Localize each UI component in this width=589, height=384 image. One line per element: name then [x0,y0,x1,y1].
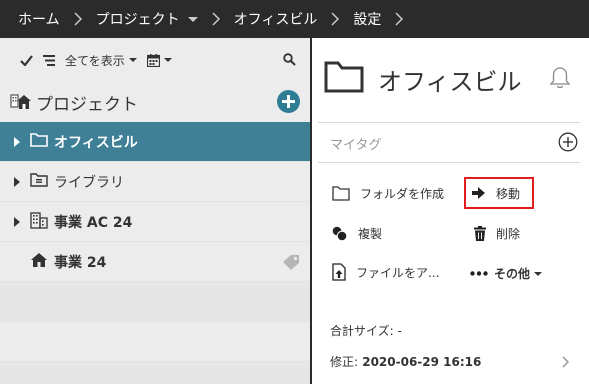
chevron-right-icon[interactable] [562,356,570,372]
create-folder-label: フォルダを作成 [360,187,445,201]
caret-down-icon [163,58,172,62]
add-project-button[interactable] [277,90,300,113]
file-upload-icon [332,263,346,281]
more-dots-icon [470,271,488,276]
breadcrumb-home[interactable]: ホーム [18,9,60,29]
total-size-label: 合計サイズ: [330,324,394,338]
tree-item-business-ac24[interactable]: 事業 AC 24 [0,202,310,242]
bell-icon[interactable] [549,66,571,94]
create-folder-button[interactable]: フォルダを作成 [332,185,444,202]
more-label: その他 [494,267,531,281]
building-icon [30,211,48,233]
calendar-icon [146,53,160,67]
tag-icon[interactable] [282,254,300,274]
caret-down-icon [534,271,543,276]
divider-line [318,162,580,163]
folder-large-icon [324,61,364,97]
delete-button[interactable]: 削除 [474,225,520,242]
chevron-right-icon [395,12,404,26]
show-all-dropdown[interactable]: 全てを表示 [65,52,137,69]
breadcrumb-folder[interactable]: オフィスビル [234,9,318,29]
file-upload-button[interactable]: ファイルをア... [332,263,439,281]
tree-item-label: ライブラリ [54,174,124,191]
breadcrumb: ホーム プロジェクト オフィスビル 設定 [0,0,589,38]
arrow-right-icon [472,187,485,199]
show-all-label: 全てを表示 [65,53,125,68]
delete-label: 削除 [496,227,521,241]
breadcrumb-project[interactable]: プロジェクト [96,9,180,29]
house-icon [30,252,48,272]
project-root-row[interactable]: プロジェクト [0,82,310,122]
check-icon[interactable] [20,54,33,66]
search-icon[interactable] [283,53,296,70]
detail-title: オフィスビル [378,67,522,96]
total-size: 合計サイズ: - [330,322,402,339]
folder-icon [30,132,48,151]
tree-item-business-24[interactable]: 事業 24 [0,242,310,282]
total-size-value: - [393,324,402,338]
chevron-right-icon [74,12,82,26]
expand-arrow-icon[interactable] [14,216,20,227]
caret-down-icon [128,58,137,62]
filter-list-icon[interactable] [43,54,55,66]
chevron-right-icon [212,12,220,26]
chevron-down-icon[interactable] [187,16,198,22]
plus-icon [282,95,295,108]
more-menu-button[interactable]: その他 [470,265,543,282]
project-icon [10,89,32,115]
divider-line [318,122,580,123]
empty-row [0,322,310,362]
move-button[interactable]: 移動 [464,177,535,209]
calendar-dropdown[interactable] [146,53,172,67]
detail-panel: オフィスビル マイタグ フォルダを作成 移動 複製 削除 ファイルをア... そ… [312,38,589,384]
project-tree-panel: 全てを表示 プロジェクト オフィスビル ライブラリ 事業 AC 24 事業 24 [0,38,310,384]
chevron-right-icon [331,12,340,26]
empty-row [0,362,310,384]
modified-value: 2020-06-29 16:16 [358,355,482,369]
library-folder-icon [30,172,48,191]
trash-icon [474,226,486,241]
move-label: 移動 [496,186,521,201]
file-upload-label: ファイルをア... [356,265,440,280]
tree-item-label: オフィスビル [54,134,138,151]
tree-item-office-building[interactable]: オフィスビル [0,122,310,162]
folder-outline-icon [332,186,350,201]
tree-toolbar: 全てを表示 [0,38,310,82]
copy-button[interactable]: 複製 [332,225,382,242]
expand-arrow-icon[interactable] [14,176,20,187]
tree-item-label: 事業 24 [54,254,107,271]
breadcrumb-settings[interactable]: 設定 [353,9,381,29]
add-tag-button[interactable] [558,132,578,156]
plus-circle-icon [558,132,578,152]
copy-label: 複製 [358,227,383,241]
detail-header: オフィスビル [312,38,589,120]
tree-item-library[interactable]: ライブラリ [0,162,310,202]
modified-label: 修正: [330,355,359,369]
mytag-input[interactable]: マイタグ [330,134,381,153]
copy-icon [332,226,348,241]
empty-row [0,282,310,322]
expand-arrow-icon[interactable] [14,136,20,147]
tree-item-label: 事業 AC 24 [54,214,133,231]
project-root-label: プロジェクト [36,94,138,115]
modified-date: 修正: 2020-06-29 16:16 [330,353,481,370]
